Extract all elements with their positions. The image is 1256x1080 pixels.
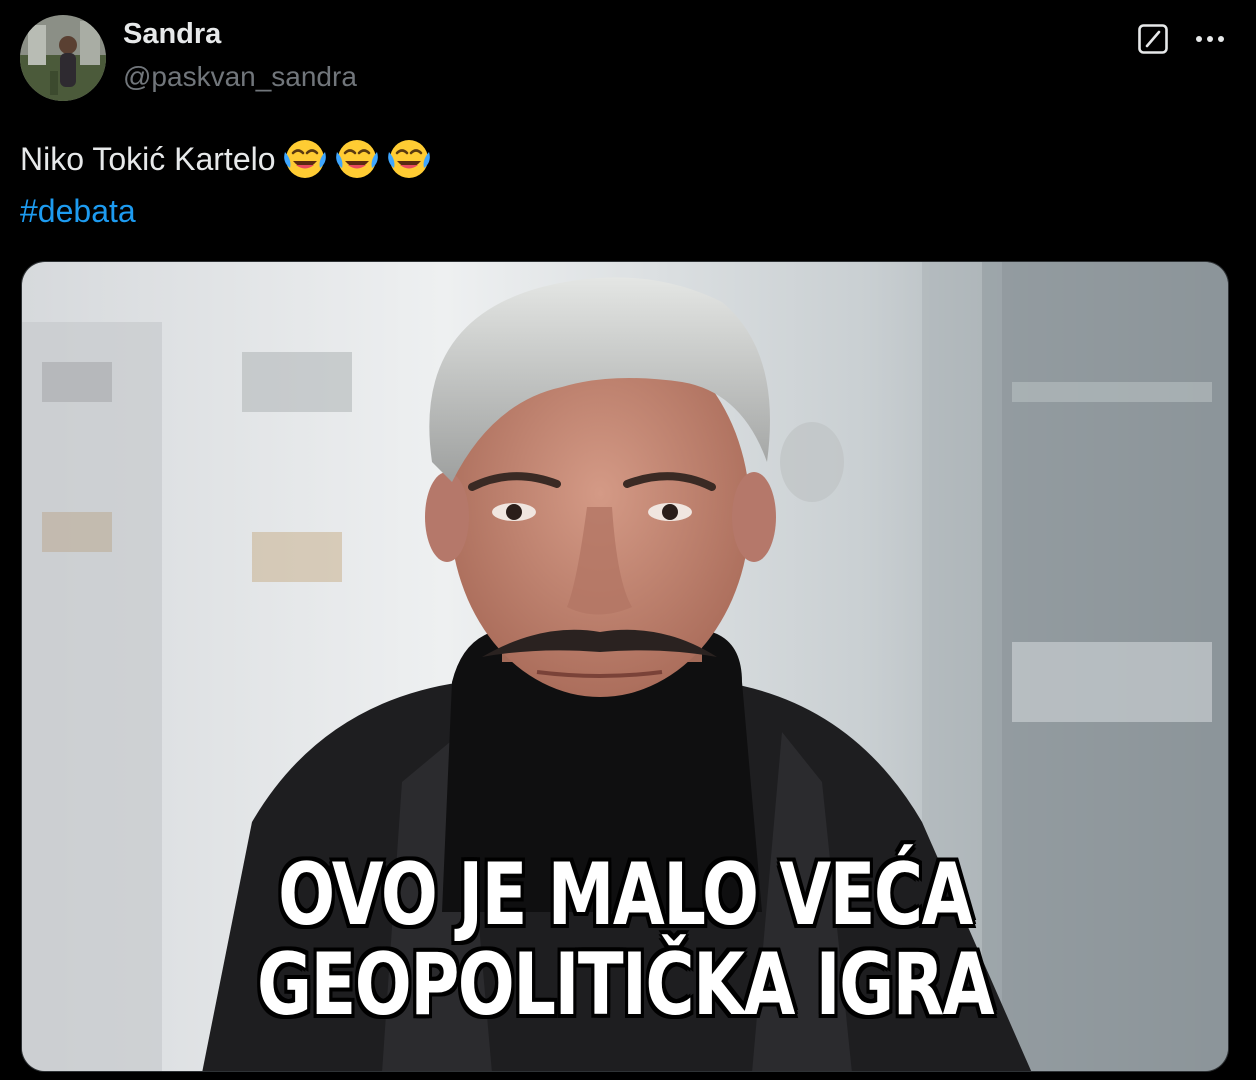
grok-icon[interactable] bbox=[1136, 22, 1170, 56]
face-with-tears-of-joy-emoji bbox=[282, 136, 328, 182]
hashtag-link[interactable]: #debata bbox=[20, 185, 432, 237]
face-with-tears-of-joy-emoji bbox=[334, 136, 380, 182]
tweet-text: Niko Tokić Kartelo #debata bbox=[20, 133, 432, 237]
meme-caption-line-1: OVO JE MALO VEĆA bbox=[278, 845, 973, 945]
display-name[interactable]: Sandra bbox=[123, 18, 221, 51]
tweet-media-image[interactable]: OVO JE MALO VEĆA GEOPOLITIČKA IGRA bbox=[21, 261, 1229, 1072]
tweet: Sandra @paskvan_sandra Niko Tokić Kartel… bbox=[0, 0, 1256, 1080]
user-handle[interactable]: @paskvan_sandra bbox=[123, 61, 357, 93]
more-options-button[interactable] bbox=[1190, 22, 1230, 56]
meme-caption-line-2: GEOPOLITIČKA IGRA bbox=[256, 935, 995, 1035]
tweet-body: Niko Tokić Kartelo bbox=[20, 141, 276, 177]
more-horizontal-icon bbox=[1196, 36, 1224, 42]
face-with-tears-of-joy-emoji bbox=[386, 136, 432, 182]
tweet-text-line: Niko Tokić Kartelo bbox=[20, 133, 432, 185]
avatar[interactable] bbox=[20, 15, 106, 101]
